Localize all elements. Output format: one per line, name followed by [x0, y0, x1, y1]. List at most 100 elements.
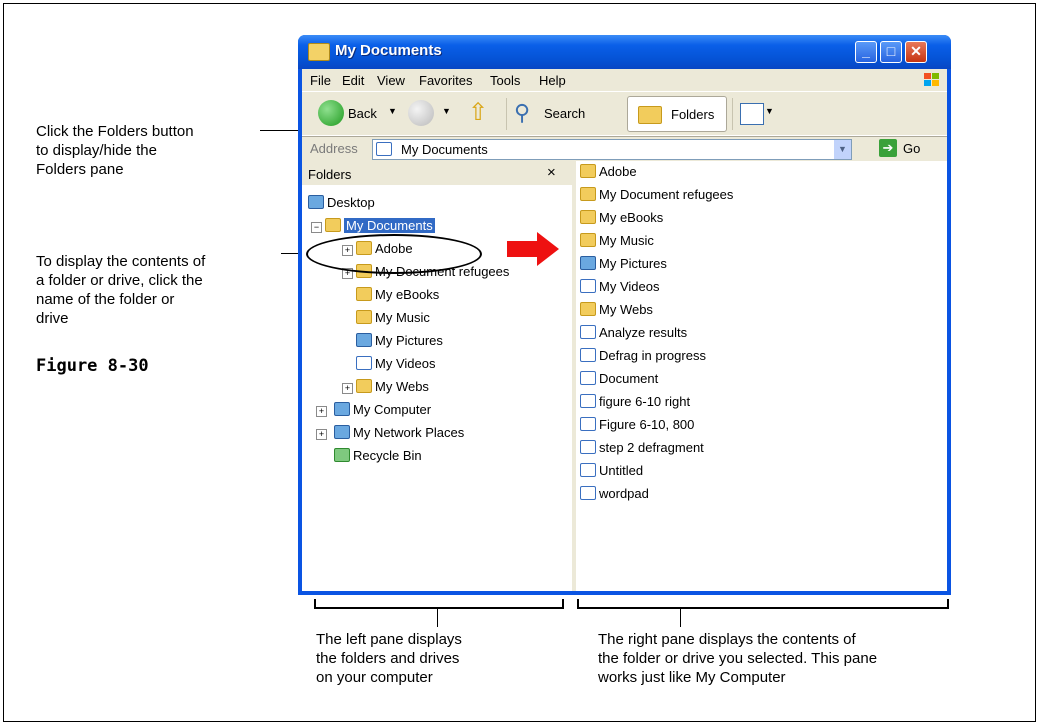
expand-icon[interactable]: +	[316, 429, 327, 440]
back-dropdown-icon[interactable]: ▼	[388, 106, 397, 116]
go-button[interactable]: Go	[903, 141, 920, 156]
file-item-figure-6-10-right[interactable]: figure 6-10 right	[580, 393, 690, 411]
expand-icon[interactable]: +	[316, 406, 327, 417]
callout-line: Click the Folders button	[36, 123, 194, 140]
left-pane-callout: The left pane displays the folders and d…	[316, 630, 462, 687]
callout-line: on your computer	[316, 669, 433, 686]
address-label: Address	[310, 141, 358, 156]
network-icon	[334, 425, 350, 439]
menu-tools[interactable]: Tools	[490, 73, 520, 88]
folders-button[interactable]: Folders	[627, 96, 727, 132]
folder-icon	[580, 164, 596, 178]
file-item-label: My Pictures	[599, 256, 667, 271]
right-bracket-leader	[680, 607, 681, 627]
menu-view[interactable]: View	[377, 73, 405, 88]
tree-item-label: My Videos	[375, 356, 436, 371]
address-input[interactable]: My Documents ▼	[372, 139, 852, 160]
tree-item-label: My Computer	[353, 402, 432, 417]
go-arrow-icon[interactable]: ➔	[879, 139, 897, 157]
file-item-label: My eBooks	[599, 210, 664, 225]
window-title: My Documents	[335, 42, 442, 59]
tree-item-desktop[interactable]: Desktop	[308, 194, 375, 212]
file-item-my-pictures[interactable]: My Pictures	[580, 255, 667, 273]
file-item-my-videos[interactable]: My Videos	[580, 278, 659, 296]
up-folder-icon[interactable]: ⇧	[468, 98, 488, 127]
tree-item-my-music[interactable]: My Music	[356, 309, 430, 327]
collapse-icon[interactable]: −	[311, 222, 322, 233]
file-item-label: My Webs	[599, 302, 653, 317]
explorer-window: My Documents _ □ ✕ File Edit View Favori…	[298, 35, 951, 595]
callout-line: The right pane displays the contents of	[598, 631, 856, 648]
file-item-label: Untitled	[599, 463, 644, 478]
tree-item-recycle-bin[interactable]: Recycle Bin	[334, 447, 422, 465]
tree-item-my-documents[interactable]: My Documents	[325, 217, 435, 235]
menu-help[interactable]: Help	[539, 73, 566, 88]
file-item-document[interactable]: Document	[580, 370, 658, 388]
file-item-step-2-defragment[interactable]: step 2 defragment	[580, 439, 704, 457]
title-bar[interactable]: My Documents _ □ ✕	[298, 35, 951, 69]
tree-item-my-webs[interactable]: My Webs	[356, 378, 429, 396]
my-documents-icon	[325, 218, 341, 232]
videos-folder-icon	[580, 279, 596, 293]
tree-item-my-pictures[interactable]: My Pictures	[356, 332, 443, 350]
address-value: My Documents	[401, 142, 488, 157]
toolbar-separator	[732, 98, 733, 130]
menu-edit[interactable]: Edit	[342, 73, 364, 88]
pictures-folder-icon	[580, 256, 596, 270]
folder-icon	[356, 379, 372, 393]
right-pane-callout: The right pane displays the contents of …	[598, 630, 877, 687]
red-arrow-icon	[507, 232, 559, 266]
tree-item-my-computer[interactable]: My Computer	[334, 401, 431, 419]
file-item-wordpad[interactable]: wordpad	[580, 485, 649, 503]
file-item-figure-6-10-800[interactable]: Figure 6-10, 800	[580, 416, 694, 434]
menu-file[interactable]: File	[310, 73, 331, 88]
file-item-label: Defrag in progress	[599, 348, 706, 363]
left-pane-bracket	[314, 599, 564, 609]
minimize-button[interactable]: _	[855, 41, 877, 63]
search-button[interactable]: Search	[544, 106, 585, 121]
tree-item-label: My Pictures	[375, 333, 443, 348]
file-item-label: Document	[599, 371, 659, 386]
file-item-analyze-results[interactable]: Analyze results	[580, 324, 687, 342]
window-body: File Edit View Favorites Tools Help Back…	[302, 69, 947, 591]
folders-pane: Folders × Desktop − My Documents + Adobe…	[302, 161, 576, 591]
image-file-icon	[580, 394, 596, 408]
my-documents-icon	[376, 142, 392, 156]
close-button[interactable]: ✕	[905, 41, 927, 63]
file-item-my-document-refugees[interactable]: My Document refugees	[580, 186, 733, 204]
file-item-adobe[interactable]: Adobe	[580, 163, 637, 181]
folders-pane-close-button[interactable]: ×	[547, 164, 556, 181]
back-button[interactable]: Back	[348, 106, 377, 121]
views-dropdown-icon[interactable]: ▼	[765, 106, 774, 116]
file-item-label: figure 6-10 right	[599, 394, 691, 409]
file-item-untitled[interactable]: Untitled	[580, 462, 643, 480]
folder-icon	[308, 43, 330, 61]
file-item-my-webs[interactable]: My Webs	[580, 301, 653, 319]
toolbar-separator	[506, 98, 507, 130]
file-item-label: wordpad	[599, 486, 649, 501]
file-item-label: Adobe	[599, 164, 637, 179]
file-item-my-music[interactable]: My Music	[580, 232, 654, 250]
tree-item-my-videos[interactable]: My Videos	[356, 355, 435, 373]
back-arrow-icon[interactable]	[318, 100, 344, 126]
callout-line: The left pane displays	[316, 631, 462, 648]
expand-icon[interactable]: +	[342, 383, 353, 394]
address-bar: Address My Documents ▼ ➔ Go	[302, 135, 947, 163]
maximize-button[interactable]: □	[880, 41, 902, 63]
forward-button[interactable]	[408, 100, 434, 126]
tree-item-label: My Documents	[344, 218, 435, 233]
views-icon[interactable]	[740, 103, 764, 125]
address-dropdown-icon[interactable]: ▼	[834, 140, 851, 159]
file-item-my-ebooks[interactable]: My eBooks	[580, 209, 663, 227]
menu-favorites[interactable]: Favorites	[419, 73, 472, 88]
callout-line: To display the contents of	[36, 253, 206, 270]
forward-dropdown-icon[interactable]: ▼	[442, 106, 451, 116]
tree-item-my-ebooks[interactable]: My eBooks	[356, 286, 439, 304]
tree-item-label: My Network Places	[353, 425, 465, 440]
wordpad-file-icon	[580, 486, 596, 500]
callout-line: a folder or drive, click the	[36, 272, 203, 289]
file-item-label: My Videos	[599, 279, 660, 294]
tree-item-my-network-places[interactable]: My Network Places	[334, 424, 464, 442]
callout-line: the folders and drives	[316, 650, 460, 667]
file-item-defrag-in-progress[interactable]: Defrag in progress	[580, 347, 706, 365]
